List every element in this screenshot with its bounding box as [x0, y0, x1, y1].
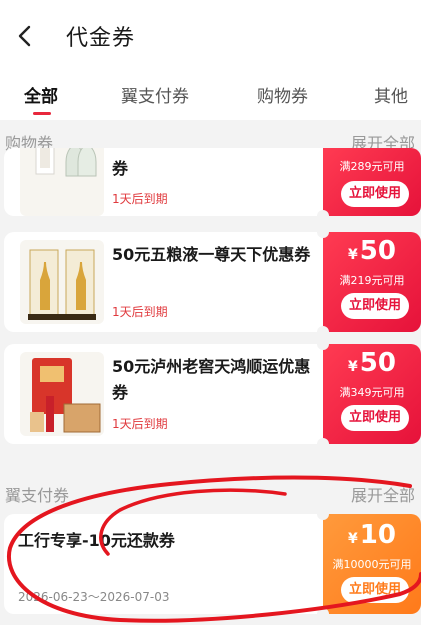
coupon-card[interactable]: 券 1天后到期 满289元可用 立即使用	[4, 148, 421, 216]
use-now-button[interactable]: 立即使用	[341, 181, 409, 207]
use-now-button[interactable]: 立即使用	[341, 577, 409, 603]
stub-notch	[317, 210, 329, 216]
coupon-name: 工行专享-10元还款券	[18, 531, 175, 550]
product-thumbnail	[20, 352, 104, 436]
coupon-value-stub: ¥10 满10000元可用 立即使用	[317, 514, 421, 614]
coupon-value-stub: ¥50 满219元可用 立即使用	[317, 232, 421, 332]
active-tab-indicator	[33, 112, 51, 115]
coupon-value-stub: 满289元可用 立即使用	[317, 148, 421, 216]
tab-bar: 全部 翼支付券 购物券 其他	[0, 72, 421, 120]
expiry-text: 1天后到期	[112, 192, 168, 206]
coupon-name: 券	[112, 159, 129, 178]
amount-value: 50	[359, 348, 396, 378]
currency-symbol: ¥	[348, 531, 358, 547]
tab-shopping[interactable]: 购物券	[257, 82, 308, 107]
product-thumbnail	[20, 148, 104, 216]
coupon-value-stub: ¥50 满349元可用 立即使用	[317, 344, 421, 444]
currency-symbol: ¥	[348, 247, 358, 263]
coupon-name: 50元五粮液一尊天下优惠券	[112, 245, 311, 264]
coupon-amount: ¥50	[323, 236, 421, 266]
tab-other[interactable]: 其他	[374, 82, 408, 107]
tab-yizhifu[interactable]: 翼支付券	[121, 82, 189, 107]
coupon-card[interactable]: 50元五粮液一尊天下优惠券 1天后到期 ¥50 满219元可用 立即使用	[4, 232, 421, 332]
coupon-card[interactable]: 工行专享-10元还款券 2026-06-23～2026-07-03 ¥10 满1…	[4, 514, 421, 614]
coupon-amount: ¥50	[323, 348, 421, 378]
coupon-condition: 满349元可用	[339, 386, 405, 399]
coupon-condition: 满219元可用	[339, 274, 405, 287]
product-thumbnail	[20, 240, 104, 324]
coupon-name: 50元泸州老窖天鸿顺运优惠券	[112, 357, 311, 402]
chevron-left-icon[interactable]	[14, 24, 38, 48]
use-now-button[interactable]: 立即使用	[341, 293, 409, 319]
stub-notch	[317, 438, 329, 444]
amount-value: 10	[359, 520, 396, 550]
expiry-text: 1天后到期	[112, 305, 168, 319]
coupon-condition: 满10000元可用	[332, 558, 412, 571]
coupon-condition: 满289元可用	[339, 160, 405, 173]
tab-all[interactable]: 全部	[24, 82, 58, 107]
top-bar: 代金券	[0, 0, 421, 72]
coupon-card[interactable]: 50元泸州老窖天鸿顺运优惠券 1天后到期 ¥50 满349元可用 立即使用	[4, 344, 421, 444]
expiry-text: 1天后到期	[112, 417, 168, 431]
page-title: 代金券	[66, 26, 136, 51]
coupon-amount: ¥10	[323, 520, 421, 550]
expand-all-link[interactable]: 展开全部	[351, 482, 415, 506]
currency-symbol: ¥	[348, 359, 358, 375]
section-header-yizhifu: 翼支付券 展开全部	[0, 476, 421, 508]
use-now-button[interactable]: 立即使用	[341, 405, 409, 431]
amount-value: 50	[359, 236, 396, 266]
validity-period: 2026-06-23～2026-07-03	[18, 590, 170, 604]
stub-notch	[317, 608, 329, 614]
section-title: 翼支付券	[5, 486, 70, 505]
stub-notch	[317, 326, 329, 332]
